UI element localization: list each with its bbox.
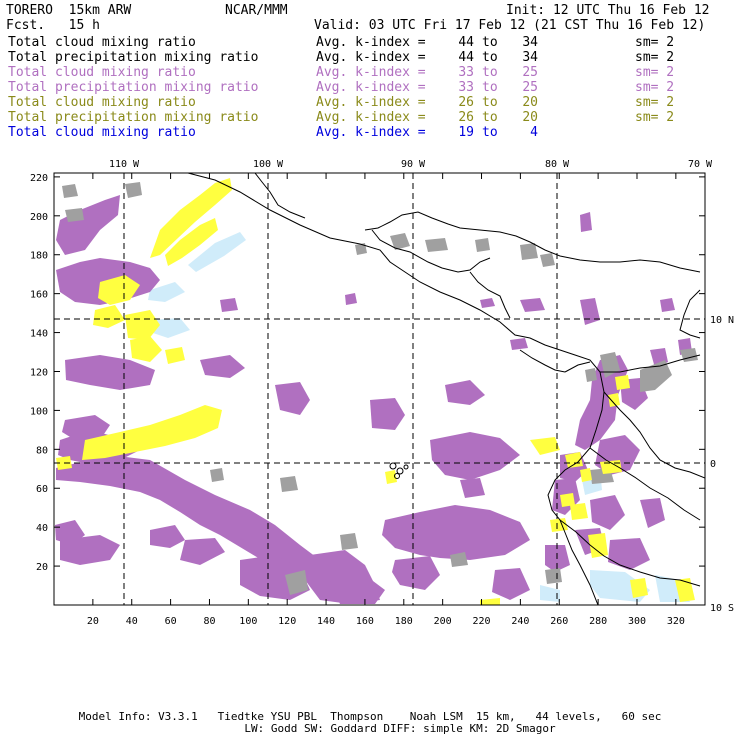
left-tick-label: 60 — [36, 484, 48, 495]
bottom-tick-label: 320 — [667, 616, 685, 627]
bottom-tick-label: 20 — [87, 616, 99, 627]
map-fields — [54, 173, 705, 605]
longitude-label: 90 W — [401, 159, 426, 170]
bottom-tick-label: 140 — [317, 616, 335, 627]
longitude-label: 80 W — [545, 159, 570, 170]
longitude-label: 70 W — [688, 159, 713, 170]
bottom-tick-label: 160 — [356, 616, 374, 627]
left-tick-label: 20 — [36, 562, 48, 573]
bottom-tick-label: 280 — [589, 616, 607, 627]
bottom-tick-label: 100 — [239, 616, 257, 627]
bottom-tick-label: 120 — [278, 616, 296, 627]
left-tick-label: 200 — [30, 212, 48, 223]
bottom-tick-label: 260 — [550, 616, 568, 627]
bottom-tick-label: 60 — [165, 616, 177, 627]
left-tick-label: 80 — [36, 445, 48, 456]
bottom-tick-label: 300 — [628, 616, 646, 627]
bottom-tick-label: 40 — [126, 616, 138, 627]
left-tick-label: 160 — [30, 290, 48, 301]
latitude-label: 10 S — [710, 603, 734, 614]
left-tick-label: 120 — [30, 367, 48, 378]
model-info-line2: LW: Godd SW: Goddard DIFF: simple KM: 2D… — [244, 722, 556, 735]
bottom-tick-label: 240 — [511, 616, 529, 627]
latitude-label: 10 N — [710, 315, 734, 326]
left-tick-label: 140 — [30, 329, 48, 340]
bottom-tick-label: 180 — [395, 616, 413, 627]
left-tick-label: 40 — [36, 523, 48, 534]
bottom-tick-label: 220 — [472, 616, 490, 627]
left-tick-label: 220 — [30, 173, 48, 184]
longitude-label: 100 W — [253, 159, 284, 170]
left-tick-label: 100 — [30, 406, 48, 417]
longitude-label: 110 W — [109, 159, 140, 170]
map-svg: 220 200 180 160 140 120 100 80 60 40 20 20 40 60 80 100… — [30, 159, 734, 627]
bottom-tick-label: 80 — [203, 616, 215, 627]
latitude-label: 0 — [710, 459, 716, 470]
left-tick-label: 180 — [30, 251, 48, 262]
bottom-tick-label: 200 — [434, 616, 452, 627]
